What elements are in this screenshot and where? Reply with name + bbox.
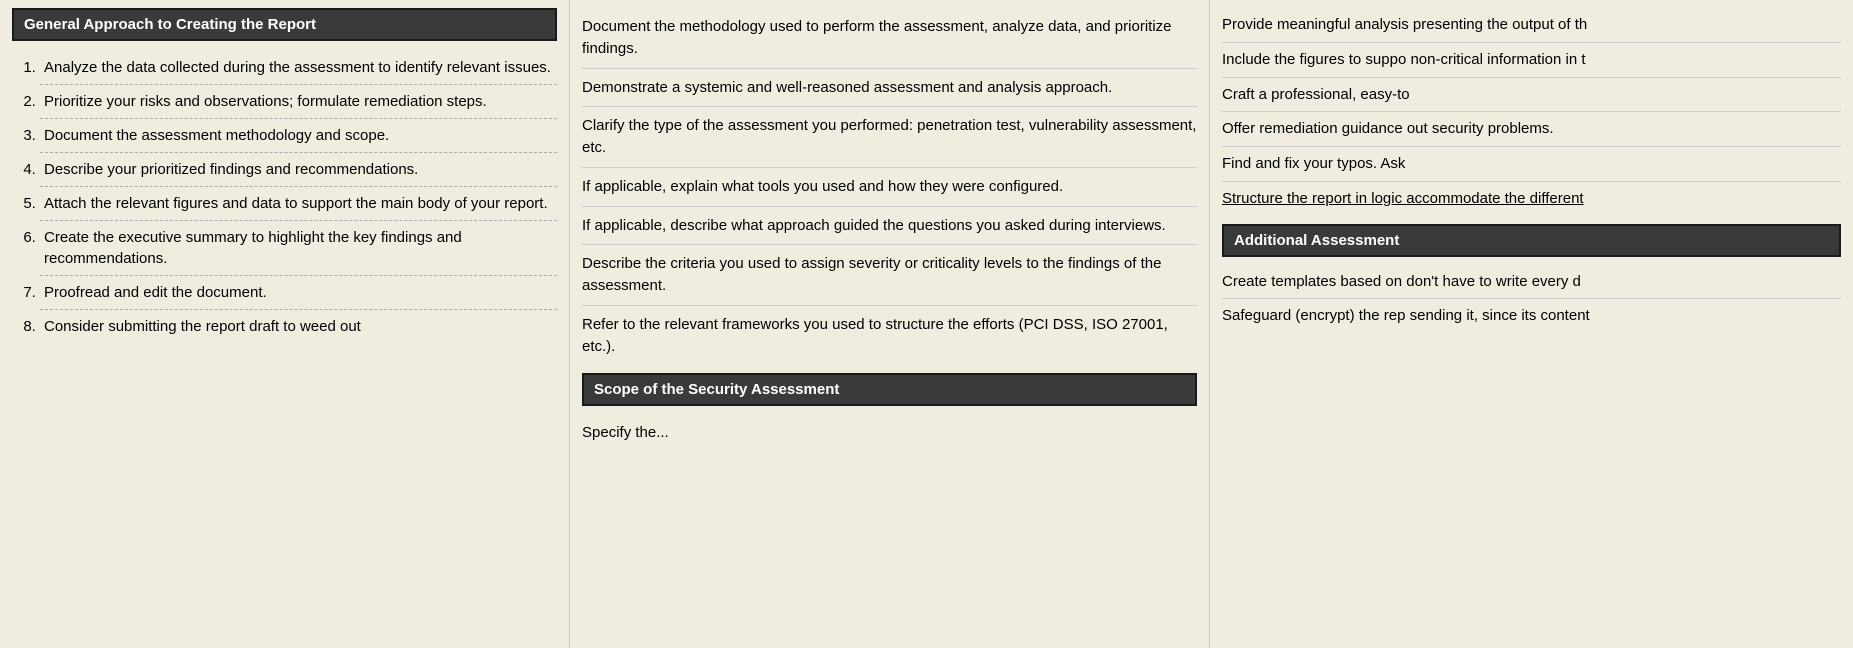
list-item: Analyze the data collected during the as…	[40, 51, 557, 85]
list-item: Describe your prioritized findings and r…	[40, 153, 557, 187]
list-item: Consider submitting the report draft to …	[40, 310, 557, 343]
col1-header-text: General Approach to Creating the Report	[24, 16, 316, 33]
col3: Provide meaningful analysis presenting t…	[1210, 0, 1853, 648]
middle-item: Demonstrate a systemic and well-reasoned…	[582, 69, 1197, 108]
page: General Approach to Creating the Report …	[0, 0, 1853, 648]
col1-list: Analyze the data collected during the as…	[12, 51, 557, 343]
right-item: Structure the report in logic accommodat…	[1222, 182, 1841, 216]
list-item: Document the assessment methodology and …	[40, 119, 557, 153]
middle-item: Document the methodology used to perform…	[582, 8, 1197, 69]
middle-item: Clarify the type of the assessment you p…	[582, 107, 1197, 168]
middle-item: If applicable, describe what approach gu…	[582, 207, 1197, 246]
middle-item: If applicable, explain what tools you us…	[582, 168, 1197, 207]
right-item: Craft a professional, easy-to	[1222, 78, 1841, 113]
middle-item: Refer to the relevant frameworks you use…	[582, 306, 1197, 366]
right-item: Include the figures to suppo non-critica…	[1222, 43, 1841, 78]
right-item: Offer remediation guidance out security …	[1222, 112, 1841, 147]
col2-subheader: Scope of the Security Assessment	[582, 373, 1197, 406]
list-item: Prioritize your risks and observations; …	[40, 85, 557, 119]
middle-item: Describe the criteria you used to assign…	[582, 245, 1197, 306]
col3-subheader: Additional Assessment	[1222, 224, 1841, 257]
col1: General Approach to Creating the Report …	[0, 0, 570, 648]
right-item: Create templates based on don't have to …	[1222, 265, 1841, 300]
col3-items: Provide meaningful analysis presenting t…	[1222, 8, 1841, 216]
col2-items: Document the methodology used to perform…	[582, 8, 1197, 365]
list-item: Proofread and edit the document.	[40, 276, 557, 310]
list-item: Create the executive summary to highligh…	[40, 221, 557, 276]
right-item: Safeguard (encrypt) the rep sending it, …	[1222, 299, 1841, 333]
right-item: Find and fix your typos. Ask	[1222, 147, 1841, 182]
col2: Document the methodology used to perform…	[570, 0, 1210, 648]
col3-subitems: Create templates based on don't have to …	[1222, 265, 1841, 334]
col1-header: General Approach to Creating the Report	[12, 8, 557, 41]
right-item: Provide meaningful analysis presenting t…	[1222, 8, 1841, 43]
list-item: Attach the relevant figures and data to …	[40, 187, 557, 221]
middle-item: Specify the...	[582, 414, 1197, 452]
